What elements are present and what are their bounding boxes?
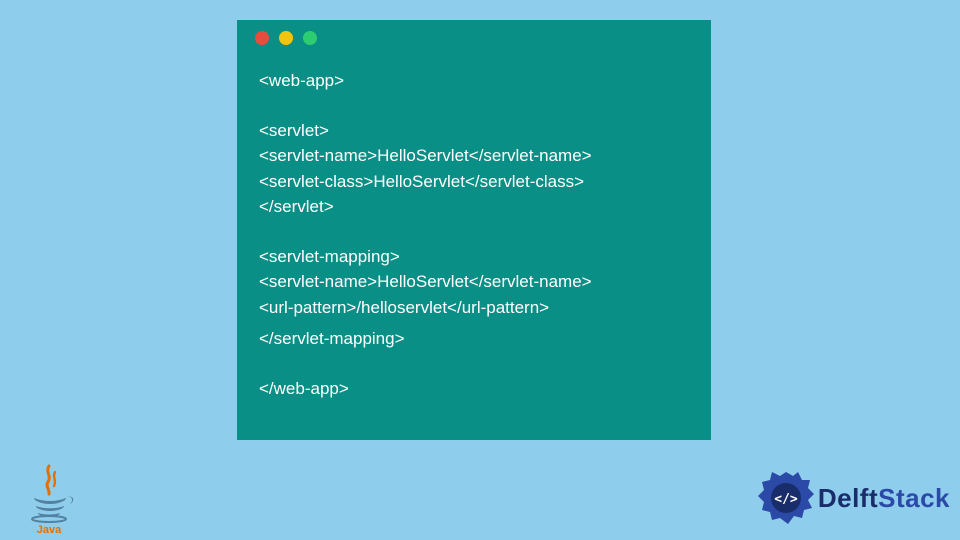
svg-text:</>: </> bbox=[774, 492, 798, 507]
code-line: <servlet> bbox=[259, 118, 689, 144]
code-window: <web-app> <servlet> <servlet-name>HelloS… bbox=[237, 20, 711, 440]
maximize-icon bbox=[303, 31, 317, 45]
java-logo-text: Java bbox=[37, 524, 62, 534]
delftstack-text: DelftStack bbox=[818, 483, 950, 514]
brand-part1: Delft bbox=[818, 483, 878, 513]
delftstack-logo: </> DelftStack bbox=[758, 470, 950, 526]
code-line: </servlet> bbox=[259, 194, 689, 220]
brand-part2: Stack bbox=[878, 483, 950, 513]
code-blank bbox=[259, 220, 689, 244]
delftstack-badge-icon: </> bbox=[758, 470, 814, 526]
minimize-icon bbox=[279, 31, 293, 45]
code-line: </servlet-mapping> bbox=[259, 326, 689, 352]
window-title-bar bbox=[237, 20, 711, 56]
java-logo-icon: Java bbox=[22, 462, 76, 534]
code-line: <servlet-mapping> bbox=[259, 244, 689, 270]
code-line: <servlet-class>HelloServlet</servlet-cla… bbox=[259, 169, 689, 195]
code-blank bbox=[259, 352, 689, 376]
code-line: <servlet-name>HelloServlet</servlet-name… bbox=[259, 143, 689, 169]
code-line: <servlet-name>HelloServlet</servlet-name… bbox=[259, 269, 689, 295]
close-icon bbox=[255, 31, 269, 45]
code-blank bbox=[259, 94, 689, 118]
code-line: </web-app> bbox=[259, 376, 689, 402]
code-line: <url-pattern>/helloservlet</url-pattern> bbox=[259, 295, 689, 321]
code-line: <web-app> bbox=[259, 68, 689, 94]
code-body: <web-app> <servlet> <servlet-name>HelloS… bbox=[237, 56, 711, 421]
